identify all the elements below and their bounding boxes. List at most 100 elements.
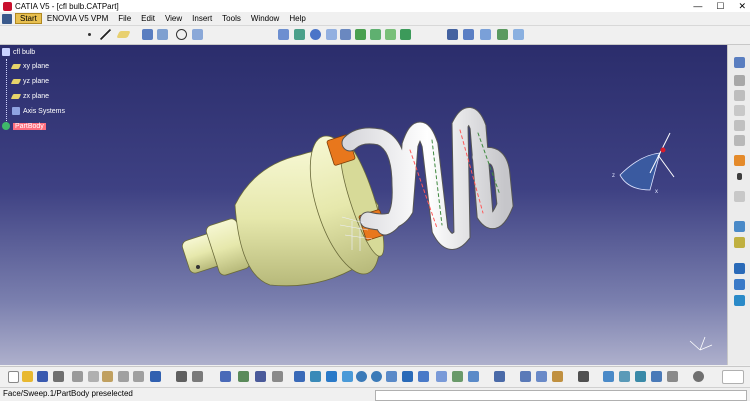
- axis-system-icon[interactable]: [142, 29, 153, 40]
- menu-start[interactable]: Start: [15, 13, 42, 24]
- edit-sketch-icon[interactable]: [734, 155, 745, 166]
- cfl-bulb-model[interactable]: x z: [0, 45, 727, 365]
- close-button[interactable]: ✕: [738, 1, 746, 12]
- shell-icon[interactable]: [513, 29, 524, 40]
- loft-icon[interactable]: [385, 29, 396, 40]
- shading-icon[interactable]: [436, 371, 447, 382]
- copy-icon[interactable]: [88, 371, 99, 382]
- properties-icon[interactable]: [494, 371, 505, 382]
- minimize-button[interactable]: —: [693, 1, 702, 11]
- cut-icon[interactable]: [72, 371, 83, 382]
- rotate-icon[interactable]: [734, 279, 745, 290]
- paste-icon[interactable]: [102, 371, 113, 382]
- fly-mode-icon[interactable]: [272, 371, 283, 382]
- measure-item-icon[interactable]: [536, 371, 547, 382]
- slot-icon[interactable]: [370, 29, 381, 40]
- sketcher-icon[interactable]: [734, 57, 745, 68]
- catalog-icon[interactable]: [220, 371, 231, 382]
- refresh-icon[interactable]: [693, 371, 704, 382]
- arrow-right-icon[interactable]: [737, 173, 742, 180]
- reframe-icon[interactable]: [651, 371, 662, 382]
- pan-icon[interactable]: [310, 371, 321, 382]
- pad-icon[interactable]: [278, 29, 289, 40]
- document-menu-icon[interactable]: [2, 13, 12, 24]
- move-icon[interactable]: [326, 371, 337, 382]
- compass-axis-2: [657, 154, 675, 178]
- multi-view-icon[interactable]: [402, 371, 413, 382]
- menu-enovia[interactable]: ENOVIA V5 VPM: [42, 14, 113, 23]
- menu-help[interactable]: Help: [284, 14, 310, 23]
- menu-bar: Start ENOVIA V5 VPM File Edit View Inser…: [0, 12, 750, 26]
- scale-icon[interactable]: [619, 371, 630, 382]
- analysis-icon[interactable]: [238, 371, 249, 382]
- normal-view-icon[interactable]: [386, 371, 397, 382]
- catia-app-icon: [3, 1, 12, 11]
- save-icon[interactable]: [37, 371, 48, 382]
- draft-icon[interactable]: [497, 29, 508, 40]
- shaft-icon[interactable]: [310, 29, 321, 40]
- stiffener-icon[interactable]: [400, 29, 411, 40]
- split-icon[interactable]: [734, 135, 745, 146]
- axis-triad: [689, 336, 713, 351]
- redo-icon[interactable]: [133, 371, 144, 382]
- apply-material-icon[interactable]: [734, 105, 745, 116]
- 3d-viewport[interactable]: cfl bulb xy plane yz plane zx plane Axis…: [0, 45, 727, 365]
- rib-icon[interactable]: [355, 29, 366, 40]
- wireframe-icon[interactable]: [734, 120, 745, 131]
- mirror-icon[interactable]: [734, 295, 745, 306]
- menu-view[interactable]: View: [160, 14, 187, 23]
- update-icon[interactable]: [734, 191, 745, 202]
- help-icon[interactable]: [150, 371, 161, 382]
- chamfer-icon[interactable]: [480, 29, 491, 40]
- menu-file[interactable]: File: [113, 14, 136, 23]
- compass-quarter-disc: [619, 152, 661, 191]
- tree-expand-icon[interactable]: [734, 75, 745, 86]
- open-icon[interactable]: [22, 371, 33, 382]
- iso-view-icon[interactable]: [418, 371, 429, 382]
- constraint-icon[interactable]: [447, 29, 458, 40]
- compass[interactable]: x z: [612, 132, 675, 195]
- groove-icon[interactable]: [326, 29, 337, 40]
- body-icon[interactable]: [734, 221, 745, 232]
- comment-icon[interactable]: [192, 371, 203, 382]
- knowledge-icon[interactable]: [255, 371, 266, 382]
- formula-icon[interactable]: [176, 371, 187, 382]
- line-icon[interactable]: [100, 29, 111, 40]
- undo-icon[interactable]: [118, 371, 129, 382]
- sketch-icon[interactable]: [157, 29, 168, 40]
- plane-icon[interactable]: [116, 31, 131, 38]
- fit-all-icon[interactable]: [294, 371, 305, 382]
- rotate-view-icon[interactable]: [342, 371, 353, 382]
- zoom-out-icon[interactable]: [371, 371, 382, 382]
- swap-space-icon[interactable]: [468, 371, 479, 382]
- new-icon[interactable]: [8, 371, 19, 383]
- measure-between-icon[interactable]: [520, 371, 531, 382]
- spline-icon[interactable]: [192, 29, 203, 40]
- zoom-in-icon[interactable]: [356, 371, 367, 382]
- window-controls: — ☐ ✕: [693, 0, 746, 12]
- compass-handle: [660, 147, 666, 153]
- sheet-icon[interactable]: [667, 371, 678, 382]
- circle-icon[interactable]: [176, 29, 187, 40]
- symmetry-icon[interactable]: [635, 371, 646, 382]
- title-bar: CATIA V5 - [cfl bulb.CATPart] — ☐ ✕: [0, 0, 750, 12]
- menu-insert[interactable]: Insert: [187, 14, 217, 23]
- material-icon[interactable]: [552, 371, 563, 382]
- measure-icon[interactable]: [734, 90, 745, 101]
- hide-show-icon[interactable]: [452, 371, 463, 382]
- menu-window[interactable]: Window: [246, 14, 284, 23]
- menu-tools[interactable]: Tools: [217, 14, 246, 23]
- boolean-icon[interactable]: [734, 237, 745, 248]
- photo-icon[interactable]: [578, 371, 589, 382]
- maximize-button[interactable]: ☐: [716, 1, 724, 12]
- menu-edit[interactable]: Edit: [136, 14, 160, 23]
- tube-surface: [342, 108, 513, 249]
- print-icon[interactable]: [53, 371, 64, 382]
- command-input[interactable]: [375, 390, 747, 401]
- pocket-icon[interactable]: [294, 29, 305, 40]
- fillet-icon[interactable]: [463, 29, 474, 40]
- pattern-icon[interactable]: [603, 371, 614, 382]
- translate-icon[interactable]: [734, 263, 745, 274]
- point-icon[interactable]: [88, 33, 91, 36]
- hole-icon[interactable]: [340, 29, 351, 40]
